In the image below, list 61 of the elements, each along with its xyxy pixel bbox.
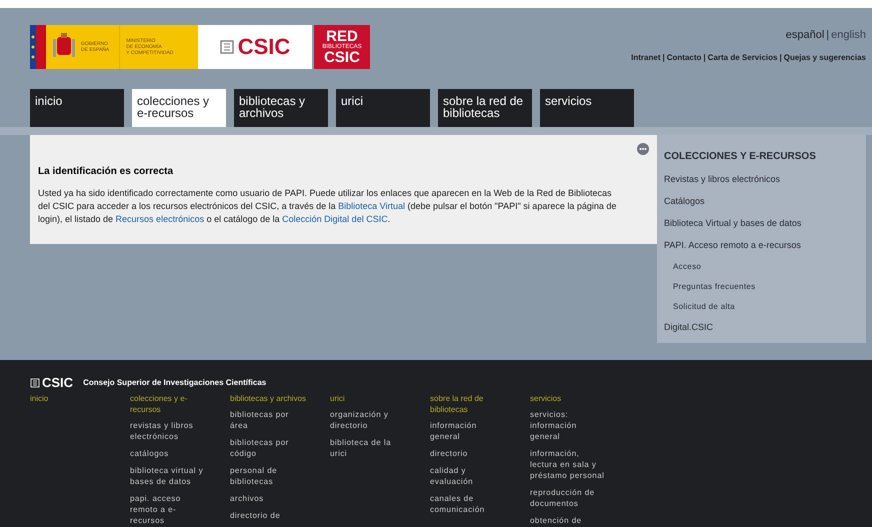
language-link[interactable]: español <box>786 27 824 44</box>
footer-link[interactable]: servicios: información general <box>530 409 608 442</box>
csic-logo: CSIC <box>198 25 312 69</box>
footer-heading[interactable]: sobre la red de bibliotecas <box>430 393 508 415</box>
message-link[interactable]: Biblioteca Virtual <box>338 201 406 211</box>
footer-link[interactable]: directorio de <box>230 510 280 521</box>
footer-link[interactable]: organización y directorio <box>330 409 408 431</box>
sidebar-link[interactable]: Revistas y libros electrónicos <box>664 173 780 195</box>
nav-tab[interactable]: inicio <box>30 89 124 127</box>
separator: | <box>662 52 666 64</box>
message-text: Usted ya ha sido identificado correctamente como usuario de PAPI. Puede utilizar los enlaces que aparecen en la Web de la Red de Bibliotecas del CSIC para acceder a los recursos electrónicos del CSIC, a través de la Biblioteca Virtual (debe pulsar el botón "PAPI" si aparece la página de login), el listado de Recursos electrónicos o el catálogo de la Colección Digital del CSIC. <box>38 187 617 226</box>
footer-link[interactable]: bibliotecas por código <box>230 437 308 459</box>
footer-link[interactable]: bibliotecas por área <box>230 409 308 431</box>
footer-heading[interactable]: urici <box>330 393 345 404</box>
footer-link[interactable]: biblioteca de la urici <box>330 437 408 459</box>
footer-link[interactable]: información general <box>430 420 508 442</box>
footer-heading[interactable]: colecciones y e-recursos <box>130 393 208 415</box>
footer-logo: CSIC <box>30 376 74 389</box>
nav-tab[interactable]: sobre la red de bibliotecas <box>438 89 532 127</box>
footer-heading[interactable]: servicios <box>530 393 562 404</box>
top-link[interactable]: Intranet <box>631 52 660 64</box>
footer-link[interactable]: reproducción de documentos <box>530 487 608 509</box>
top-link[interactable]: Carta de Servicios <box>708 52 778 64</box>
footer-heading[interactable]: bibliotecas y archivos <box>230 393 306 404</box>
footer-link[interactable]: papi. acceso remoto a e-recursos <box>130 493 208 526</box>
footer-link[interactable]: directorio <box>430 448 468 459</box>
sidebar-link[interactable]: Catálogos <box>664 195 705 217</box>
sidebar-sublink[interactable]: Solicitud de alta <box>673 301 735 321</box>
footer-link[interactable]: canales de comunicación <box>430 493 508 515</box>
footer-heading[interactable]: inicio <box>30 393 48 404</box>
footer-link[interactable]: biblioteca virtual y bases de datos <box>130 465 208 487</box>
message-title: La identificación es correcta <box>38 165 174 179</box>
sidebar-title: COLECCIONES Y E-RECURSOS <box>664 150 816 164</box>
sidebar-sublink[interactable]: Acceso <box>673 261 702 281</box>
top-link[interactable]: Contacto <box>666 52 702 64</box>
top-link[interactable]: Quejas y sugerencias <box>784 52 866 64</box>
sidebar-link[interactable]: Biblioteca Virtual y bases de datos <box>664 217 802 239</box>
message-link[interactable]: Colección Digital del CSIC <box>282 214 388 224</box>
sidebar-link[interactable]: PAPI. Acceso remoto a e-recursos <box>664 239 801 261</box>
nav-tab[interactable]: colecciones y e-recursos <box>132 89 226 127</box>
sidebar-link[interactable]: Digital.CSIC <box>664 321 714 343</box>
sidebar-sublink[interactable]: Preguntas frecuentes <box>673 281 756 301</box>
nav-tab[interactable]: servicios <box>540 89 634 127</box>
separator: | <box>702 52 707 64</box>
emblem-icon <box>30 378 40 388</box>
separator: | <box>825 28 830 43</box>
footer-title: Consejo Superior de Investigaciones Científicas <box>83 376 266 388</box>
emblem-icon <box>220 40 234 54</box>
language-link[interactable]: english <box>831 27 866 44</box>
nav-tab[interactable]: bibliotecas y archivos <box>234 89 328 127</box>
footer-link[interactable]: calidad y evaluación <box>430 465 508 487</box>
footer-link[interactable]: archivos <box>230 493 264 504</box>
footer-link[interactable]: información, lectura en sala y préstamo personal <box>530 448 608 481</box>
message-link[interactable]: Recursos electrónicos <box>116 214 204 224</box>
more-icon[interactable] <box>637 143 649 155</box>
separator: | <box>778 52 783 64</box>
footer-link[interactable]: personal de bibliotecas <box>230 465 308 487</box>
footer-link[interactable]: catálogos <box>130 448 169 459</box>
footer-link[interactable]: revistas y libros electrónicos <box>130 420 208 442</box>
footer-link[interactable]: obtención de <box>530 515 582 526</box>
nav-tab[interactable]: urici <box>336 89 430 127</box>
